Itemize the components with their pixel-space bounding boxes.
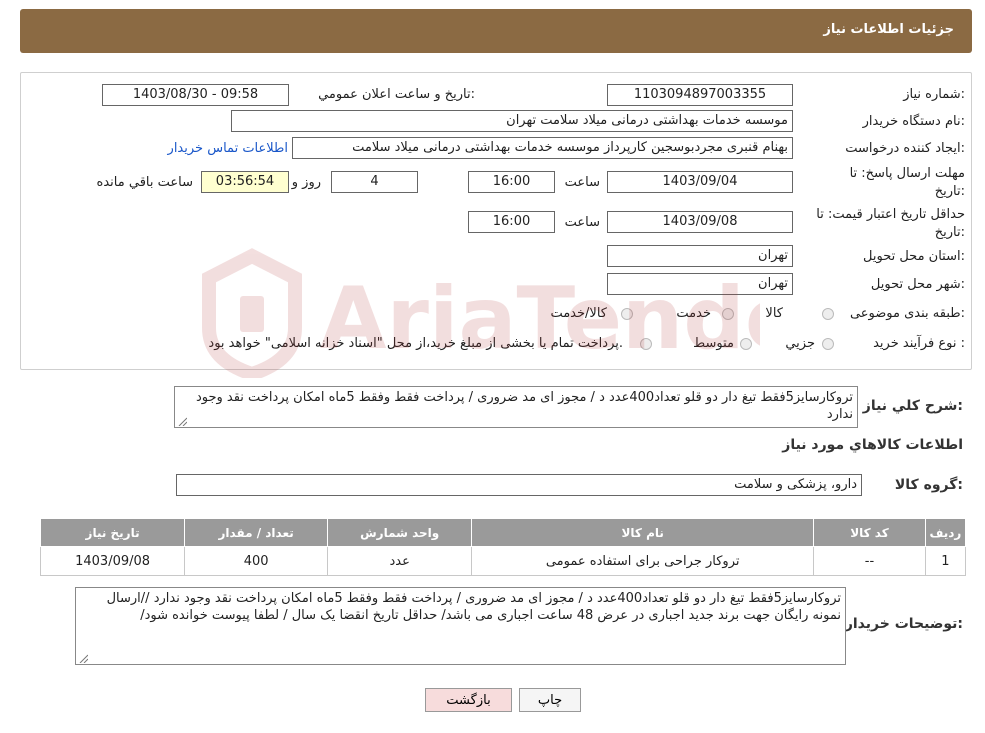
buyer-org-label: نام دستگاه خریدار:: [862, 114, 965, 129]
goods-group-label: گروه کالا:: [894, 477, 963, 493]
col-unit: واحد شمارش: [327, 518, 473, 547]
summary-textarea[interactable]: تروکارسایز5فقط تیغ دار دو قلو تعداد400عد…: [174, 386, 858, 428]
validity-time-field: 16:00: [468, 211, 555, 233]
process-note: پرداخت تمام یا بخشی از مبلغ خرید،از محل …: [208, 336, 623, 351]
validity-label: حداقل تاریخ اعتبار قیمت: تا: [816, 207, 965, 222]
summary-label: شرح کلي نياز:: [862, 398, 963, 414]
days-remaining-field: 4: [331, 171, 418, 193]
col-quantity: تعداد / مقدار: [184, 518, 329, 547]
resize-grip-icon[interactable]: [78, 653, 88, 663]
cell-need-date: 1403/09/08: [39, 546, 186, 576]
city-field: تهران: [607, 273, 793, 295]
process-minor-radio[interactable]: [822, 338, 834, 350]
resize-grip-icon[interactable]: [177, 416, 187, 426]
category-goods-radio[interactable]: [822, 308, 834, 320]
back-button[interactable]: بازگشت: [425, 688, 512, 712]
cell-quantity: 400: [184, 546, 329, 576]
col-goods-code: کد کالا: [813, 518, 926, 547]
goods-section-title: اطلاعات کالاهاي مورد نياز: [782, 437, 963, 453]
summary-text: تروکارسایز5فقط تیغ دار دو قلو تعداد400عد…: [195, 390, 853, 422]
process-medium-label: متوسط: [693, 336, 734, 351]
province-field: تهران: [607, 245, 793, 267]
validity-label-2: تاریخ:: [934, 225, 965, 240]
deadline-time-field: 16:00: [468, 171, 555, 193]
col-goods-name: نام کالا: [471, 518, 815, 547]
province-label: استان محل تحویل:: [863, 249, 965, 264]
buyer-notes-text: تروکارسایز5فقط تیغ دار دو قلو تعداد400عد…: [106, 591, 841, 623]
category-goods-label: کالا: [765, 306, 783, 321]
cell-goods-name: تروکار جراحی برای استفاده عمومی: [471, 546, 815, 576]
category-service-label: خدمت: [676, 306, 711, 321]
goods-table: رديف کد کالا نام کالا واحد شمارش تعداد /…: [39, 518, 967, 576]
need-number-label: شماره نیاز:: [903, 87, 965, 102]
buyer-contact-link[interactable]: اطلاعات تماس خریدار: [168, 141, 288, 156]
buyer-org-field: موسسه خدمات بهداشتی درمانی میلاد سلامت ت…: [231, 110, 793, 132]
treasury-payment-checkbox[interactable]: [640, 338, 652, 350]
page-title: جزئیات اطلاعات نیاز: [823, 22, 954, 37]
cell-goods-code: --: [813, 546, 926, 576]
category-service-radio[interactable]: [722, 308, 734, 320]
validity-date-field: 1403/09/08: [607, 211, 793, 233]
announce-datetime-field: 1403/08/30 - 09:58: [102, 84, 289, 106]
page-header: جزئیات اطلاعات نیاز: [20, 9, 972, 53]
category-goods-service-label: کالا/خدمت: [550, 306, 607, 321]
deadline-time-word: ساعت: [564, 175, 600, 190]
creator-label: ایجاد کننده درخواست:: [845, 141, 965, 156]
validity-time-word: ساعت: [564, 215, 600, 230]
process-label: نوع فرآیند خرید :: [873, 336, 965, 351]
remaining-word: ساعت باقي مانده: [96, 175, 193, 190]
table-header-row: رديف کد کالا نام کالا واحد شمارش تعداد /…: [39, 518, 967, 547]
buyer-notes-label: توضیحات خریدار:: [844, 616, 963, 632]
cell-row-number: 1: [924, 546, 967, 576]
category-label: طبقه بندی موضوعی:: [849, 306, 965, 321]
cell-unit: عدد: [327, 546, 473, 576]
col-row-number: رديف: [924, 518, 967, 547]
buyer-notes-textarea[interactable]: تروکارسایز5فقط تیغ دار دو قلو تعداد400عد…: [75, 587, 846, 665]
deadline-label-2: تاریخ:: [934, 184, 965, 199]
goods-group-field: دارو، پزشکی و سلامت: [176, 474, 862, 496]
category-goods-service-radio[interactable]: [621, 308, 633, 320]
city-label: شهر محل تحویل:: [870, 277, 965, 292]
announce-label: تاریخ و ساعت اعلان عمومي:: [318, 87, 475, 102]
days-word: روز و: [291, 175, 321, 190]
creator-field: بهنام قنبری مجردبوسجین کارپرداز موسسه خد…: [292, 137, 793, 159]
print-button[interactable]: چاپ: [519, 688, 581, 712]
table-row: 1 -- تروکار جراحی برای استفاده عمومی عدد…: [39, 546, 967, 576]
process-minor-label: جزیي: [785, 336, 815, 351]
deadline-label: مهلت ارسال پاسخ: تا: [849, 166, 965, 181]
remaining-time-field: 03:56:54: [201, 171, 289, 193]
process-medium-radio[interactable]: [740, 338, 752, 350]
deadline-date-field: 1403/09/04: [607, 171, 793, 193]
col-need-date: تاریخ نیاز: [39, 518, 186, 547]
need-number-field: 1103094897003355: [607, 84, 793, 106]
